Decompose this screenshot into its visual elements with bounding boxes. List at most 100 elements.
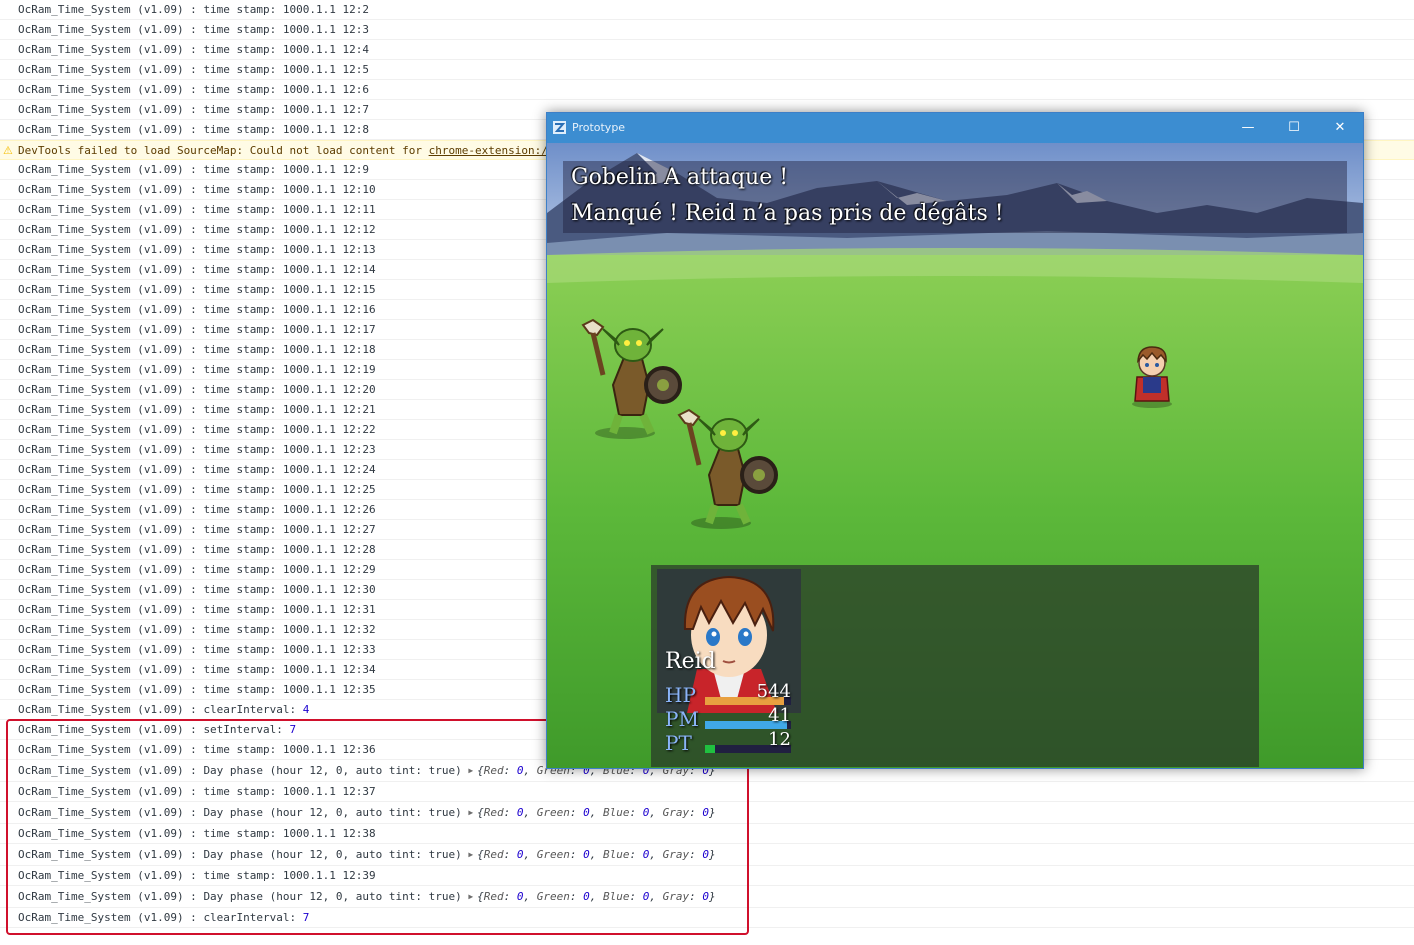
- log-source: OcRam_Time_System (v1.09) :: [18, 323, 204, 336]
- log-label: time stamp:: [203, 243, 283, 256]
- tp-value: 12: [768, 729, 791, 750]
- log-source: OcRam_Time_System (v1.09) :: [18, 243, 204, 256]
- log-label: time stamp:: [203, 403, 283, 416]
- mp-value: 41: [768, 705, 791, 726]
- log-timestamp: 1000.1.1 12:16: [282, 303, 376, 316]
- log-timestamp: 1000.1.1 12:23: [282, 443, 376, 456]
- log-source: OcRam_Time_System (v1.09) :: [18, 423, 204, 436]
- log-label: clearInterval:: [203, 703, 303, 716]
- battle-scene: Gobelin A attaque ! Manqué ! Reid n’a pa…: [547, 143, 1363, 768]
- log-timestamp: 1000.1.1 12:8: [282, 123, 370, 136]
- log-label: time stamp:: [203, 343, 283, 356]
- tp-label: PT: [665, 731, 692, 755]
- log-label: time stamp:: [203, 363, 283, 376]
- app-icon: [553, 121, 566, 134]
- battle-message-line-1: Gobelin A attaque !: [571, 165, 789, 190]
- log-source: OcRam_Time_System (v1.09) :: [18, 563, 204, 576]
- log-timestamp: 1000.1.1 12:35: [282, 683, 376, 696]
- log-label: time stamp:: [203, 163, 283, 176]
- log-source: OcRam_Time_System (v1.09) :: [18, 283, 204, 296]
- log-label: time stamp:: [203, 523, 283, 536]
- title-bar[interactable]: Prototype — ☐ ✕: [547, 113, 1363, 143]
- console-row: OcRam_Time_System (v1.09) : time stamp: …: [0, 40, 1414, 60]
- log-source: OcRam_Time_System (v1.09) :: [18, 683, 204, 696]
- log-label: time stamp:: [203, 263, 283, 276]
- log-timestamp: 1000.1.1 12:10: [282, 183, 376, 196]
- log-label: time stamp:: [203, 623, 283, 636]
- window-title: Prototype: [572, 121, 626, 134]
- log-source: OcRam_Time_System (v1.09) :: [18, 663, 204, 676]
- log-label: time stamp:: [203, 443, 283, 456]
- console-row: OcRam_Time_System (v1.09) : time stamp: …: [0, 80, 1414, 100]
- log-source: OcRam_Time_System (v1.09) :: [18, 263, 204, 276]
- log-source: OcRam_Time_System (v1.09) :: [18, 3, 204, 16]
- log-label: time stamp:: [203, 183, 283, 196]
- log-label: time stamp:: [203, 43, 283, 56]
- log-label: time stamp:: [203, 663, 283, 676]
- battle-message-window: Gobelin A attaque ! Manqué ! Reid n’a pa…: [563, 161, 1347, 233]
- log-timestamp: 1000.1.1 12:9: [282, 163, 370, 176]
- mp-label: PM: [665, 707, 699, 731]
- log-timestamp: 1000.1.1 12:33: [282, 643, 376, 656]
- log-timestamp: 1000.1.1 12:2: [282, 3, 370, 16]
- log-timestamp: 1000.1.1 12:21: [282, 403, 376, 416]
- close-button[interactable]: ✕: [1317, 113, 1363, 143]
- log-label: time stamp:: [203, 103, 283, 116]
- log-source: OcRam_Time_System (v1.09) :: [18, 223, 204, 236]
- log-source: OcRam_Time_System (v1.09) :: [18, 63, 204, 76]
- log-timestamp: 1000.1.1 12:30: [282, 583, 376, 596]
- console-row: OcRam_Time_System (v1.09) : time stamp: …: [0, 0, 1414, 20]
- warning-icon: ⚠: [3, 144, 13, 157]
- log-source: OcRam_Time_System (v1.09) :: [18, 463, 204, 476]
- log-timestamp: 1000.1.1 12:26: [282, 503, 376, 516]
- console-row: OcRam_Time_System (v1.09) : time stamp: …: [0, 60, 1414, 80]
- log-source: OcRam_Time_System (v1.09) :: [18, 503, 204, 516]
- log-timestamp: 1000.1.1 12:20: [282, 383, 376, 396]
- log-source: OcRam_Time_System (v1.09) :: [18, 523, 204, 536]
- maximize-button[interactable]: ☐: [1271, 113, 1317, 143]
- log-label: time stamp:: [203, 383, 283, 396]
- battle-status-window: Reid HP 544 PM 41 PT 12: [651, 565, 1259, 767]
- log-timestamp: 1000.1.1 12:18: [282, 343, 376, 356]
- log-label: time stamp:: [203, 563, 283, 576]
- log-label: time stamp:: [203, 683, 283, 696]
- tp-gauge-fill: [705, 745, 716, 753]
- log-label: time stamp:: [203, 123, 283, 136]
- log-label: time stamp:: [203, 603, 283, 616]
- log-timestamp: 1000.1.1 12:5: [282, 63, 370, 76]
- game-window[interactable]: Prototype — ☐ ✕ Gobelin A attaque ! Manq…: [546, 112, 1364, 769]
- log-source: OcRam_Time_System (v1.09) :: [18, 383, 204, 396]
- log-label: time stamp:: [203, 303, 283, 316]
- goblin-b-sprite: [677, 408, 778, 529]
- battle-message-line-2: Manqué ! Reid n’a pas pris de dégâts !: [571, 201, 1004, 226]
- mp-gauge: PM 41: [665, 705, 799, 731]
- log-timestamp: 1000.1.1 12:3: [282, 23, 370, 36]
- log-timestamp: 1000.1.1 12:19: [282, 363, 376, 376]
- log-source: OcRam_Time_System (v1.09) :: [18, 583, 204, 596]
- log-label: time stamp:: [203, 223, 283, 236]
- log-source: OcRam_Time_System (v1.09) :: [18, 703, 204, 716]
- log-timestamp: 1000.1.1 12:13: [282, 243, 376, 256]
- log-timestamp: 1000.1.1 12:34: [282, 663, 376, 676]
- log-label: time stamp:: [203, 283, 283, 296]
- log-label: time stamp:: [203, 323, 283, 336]
- log-source: OcRam_Time_System (v1.09) :: [18, 103, 204, 116]
- log-label: time stamp:: [203, 503, 283, 516]
- log-label: time stamp:: [203, 23, 283, 36]
- log-label: time stamp:: [203, 203, 283, 216]
- log-label: time stamp:: [203, 423, 283, 436]
- log-timestamp: 1000.1.1 12:17: [282, 323, 376, 336]
- console-row: OcRam_Time_System (v1.09) : time stamp: …: [0, 20, 1414, 40]
- log-timestamp: 1000.1.1 12:14: [282, 263, 376, 276]
- warning-link[interactable]: chrome-extension:/: [429, 144, 548, 157]
- hero-sprite: [1132, 346, 1172, 408]
- log-source: OcRam_Time_System (v1.09) :: [18, 643, 204, 656]
- log-source: OcRam_Time_System (v1.09) :: [18, 483, 204, 496]
- log-source: OcRam_Time_System (v1.09) :: [18, 443, 204, 456]
- log-label: time stamp:: [203, 543, 283, 556]
- interval-id: 4: [302, 703, 310, 716]
- log-source: OcRam_Time_System (v1.09) :: [18, 403, 204, 416]
- minimize-button[interactable]: —: [1225, 113, 1271, 143]
- log-source: OcRam_Time_System (v1.09) :: [18, 623, 204, 636]
- log-timestamp: 1000.1.1 12:4: [282, 43, 370, 56]
